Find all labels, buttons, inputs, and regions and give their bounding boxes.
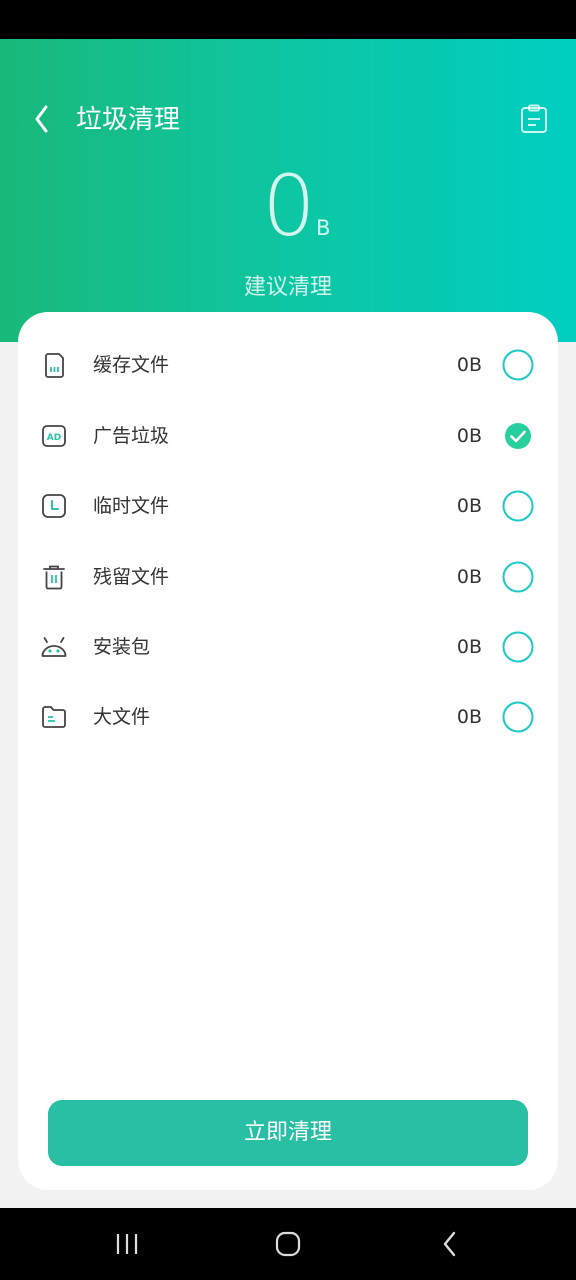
folder-icon bbox=[42, 706, 66, 728]
clean-suggestion: 建议清理 bbox=[243, 275, 332, 300]
back-button[interactable] bbox=[24, 98, 60, 140]
item-label: 安装包 bbox=[93, 636, 151, 658]
system-back-button[interactable] bbox=[430, 1226, 470, 1262]
recent-apps-button[interactable] bbox=[107, 1226, 147, 1262]
system-nav-bar bbox=[0, 1208, 576, 1280]
junk-size-unit: B bbox=[316, 216, 331, 240]
item-size: 0B bbox=[456, 425, 482, 447]
item-label: 广告垃圾 bbox=[93, 425, 170, 447]
item-size: 0B bbox=[456, 566, 482, 588]
recent-apps-icon bbox=[116, 1234, 138, 1254]
item-size: 0B bbox=[456, 706, 482, 728]
page-title: 垃圾清理 bbox=[76, 105, 181, 135]
item-label: 缓存文件 bbox=[93, 354, 170, 376]
unchecked-circle-icon[interactable] bbox=[502, 490, 534, 522]
unchecked-circle-icon[interactable] bbox=[502, 631, 534, 663]
back-arrow-icon bbox=[443, 1231, 456, 1257]
unchecked-circle-icon[interactable] bbox=[502, 701, 534, 733]
item-label: 大文件 bbox=[93, 706, 151, 728]
item-size: 0B bbox=[456, 636, 482, 658]
clock-icon bbox=[42, 494, 66, 518]
item-label: 残留文件 bbox=[93, 566, 170, 588]
sd-card-icon bbox=[45, 353, 64, 378]
trash-icon bbox=[43, 565, 65, 590]
list-item-install-packages[interactable]: 安装包 0B bbox=[18, 617, 558, 677]
item-size: 0B bbox=[456, 354, 482, 376]
list-item-residual-files[interactable]: 残留文件 0B bbox=[18, 547, 558, 607]
clean-now-button[interactable]: 立即清理 bbox=[48, 1100, 528, 1166]
list-item-cache-files[interactable]: 缓存文件 0B bbox=[18, 335, 558, 395]
home-icon bbox=[275, 1231, 301, 1257]
item-label: 临时文件 bbox=[93, 495, 170, 517]
list-item-large-files[interactable]: 大文件 0B bbox=[18, 687, 558, 747]
junk-size-value: 0 bbox=[262, 157, 316, 255]
svg-text:AD: AD bbox=[47, 433, 61, 443]
clean-record-button[interactable] bbox=[514, 99, 554, 139]
item-size: 0B bbox=[456, 495, 482, 517]
checked-circle-icon[interactable] bbox=[502, 420, 534, 452]
list-item-ad-junk[interactable]: AD 广告垃圾 0B bbox=[18, 406, 558, 466]
ad-icon: AD bbox=[42, 425, 66, 447]
chevron-left-icon bbox=[35, 105, 48, 133]
clipboard-icon bbox=[521, 104, 547, 133]
unchecked-circle-icon[interactable] bbox=[502, 561, 534, 593]
home-button[interactable] bbox=[268, 1226, 308, 1262]
list-item-temp-files[interactable]: 临时文件 0B bbox=[18, 476, 558, 536]
unchecked-circle-icon[interactable] bbox=[502, 349, 534, 381]
status-bar bbox=[0, 0, 576, 39]
android-icon bbox=[41, 637, 67, 657]
